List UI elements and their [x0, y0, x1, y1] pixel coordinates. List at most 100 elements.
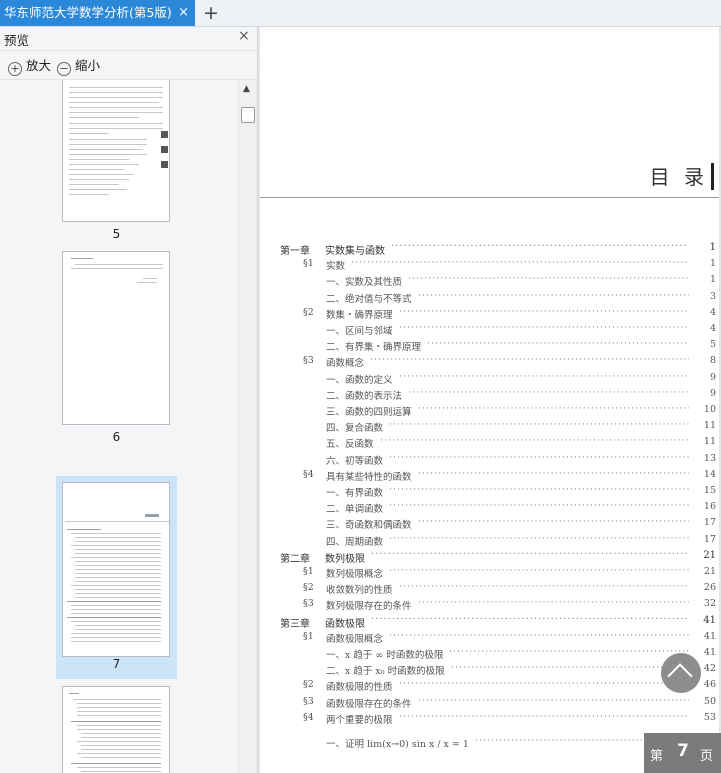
toc-leader-dots: ········································… [391, 241, 689, 252]
toc-entry[interactable]: 二、函数的表示法 ································… [260, 387, 719, 404]
toc-leader-dots: ········································… [418, 597, 689, 609]
toc-entry[interactable]: 六、初等函数 ··································… [260, 452, 719, 469]
toc-entry-title: 四、周期函数 [326, 536, 384, 548]
thumbnail-image [62, 686, 170, 773]
toc-entry-title: 两个重要的极限 [326, 714, 393, 726]
toc-entry[interactable]: §4 具有某些特性的函数 ·····························… [260, 467, 719, 485]
toc-entry[interactable]: 四、周期函数 ··································… [260, 532, 719, 550]
new-tab-button[interactable]: + [203, 2, 219, 24]
toc-entry[interactable]: 二、单调函数 ··································… [260, 500, 719, 517]
toc-entry[interactable]: 第三章 函数极限 ·································… [260, 614, 719, 631]
toc-entry[interactable]: 一、有界函数 ··································… [260, 484, 719, 501]
toc-entry[interactable]: 三、函数的四则运算 ·······························… [260, 403, 719, 420]
toc-entry[interactable]: §1 实数 ····································… [260, 257, 719, 274]
toc-entry-number: §3 [303, 695, 314, 707]
toc-entry-page: 5 [709, 339, 716, 351]
toc-entry-page: 16 [703, 501, 716, 513]
toc-entry-title: 一、区间与邻域 [326, 326, 393, 337]
toc-entry-number: §2 [303, 582, 314, 594]
thumbnail-list: 5 6 7 [0, 80, 237, 773]
thumbnail-page-7[interactable]: 7 [56, 476, 177, 679]
page-title: 目 录 [649, 165, 708, 189]
toc-entry[interactable]: §1 函数极限概念 ································… [260, 630, 719, 647]
toc-entry[interactable]: 四、复合函数 ··································… [260, 419, 719, 436]
toc-entry-title: 六、初等函数 [326, 455, 384, 467]
toc-entry-title: 收敛数列的性质 [326, 585, 393, 597]
toc-entry-page: 17 [703, 517, 716, 529]
toc-entry[interactable]: 一、区间与邻域 ·································… [260, 322, 719, 339]
toc-entry-page: 41 [703, 630, 716, 642]
toc-leader-dots: ········································… [389, 532, 689, 544]
toc-leader-dots: ········································… [389, 565, 689, 576]
toc-entry[interactable]: §1 数列极限概念 ································… [260, 565, 719, 582]
toc-entry[interactable]: §2 收敛数列的性质 ·······························… [260, 581, 719, 598]
toc-entry-title: 五、反函数 [326, 439, 374, 451]
toc-entry[interactable]: §2 数集・确界原理 ·······························… [260, 306, 719, 323]
toc-entry[interactable]: 三、奇函数和偶函数 ·······························… [260, 516, 719, 533]
toc-leader-dots: ········································… [399, 581, 689, 593]
toc-entry-number: 第二章 [280, 553, 310, 565]
zoom-in-button[interactable]: + 放大 [8, 55, 51, 76]
sidebar-title: 预览 [4, 33, 30, 48]
page-indicator-prefix: 第 [650, 749, 664, 764]
toc-entry-number: §2 [303, 679, 314, 691]
toc-entry-page: 4 [709, 306, 716, 318]
toc-entry-page: 1 [709, 274, 716, 286]
toc-entry-title: 一、函数的定义 [326, 374, 393, 386]
toc-entry[interactable]: 第二章 数列极限 ·································… [260, 549, 719, 566]
toc-leader-dots: ········································… [370, 354, 689, 366]
toc-entry[interactable]: 二、x 趋于 x₀ 时函数的极限 ························… [260, 662, 719, 679]
toc-entry-title: 函数极限 [325, 618, 365, 630]
thumbnail-page-number: 7 [112, 657, 121, 671]
toc-entry[interactable]: 二、绝对值与不等式 ·······························… [260, 290, 719, 307]
sidebar-header: 预览 × [0, 27, 257, 51]
toc-entry[interactable]: 第一章 实数集与函数 ·······························… [260, 241, 719, 258]
toc-entry-number: §4 [303, 711, 314, 723]
toc-entry[interactable]: §2 函数极限的性质 ·······························… [260, 678, 719, 695]
toc-entry-page: 1 [709, 258, 716, 270]
toc-entry[interactable]: §3 函数概念 ··································… [260, 354, 719, 371]
toc-leader-dots: ········································… [389, 500, 689, 512]
toc-entry[interactable]: §3 函数极限存在的条件 ·····························… [260, 694, 719, 712]
thumbnail-scrollbar[interactable]: ▲ [238, 80, 257, 773]
toc-entry-title: 一、实数及其性质 [326, 277, 403, 289]
toc-entry-title: 四、复合函数 [326, 423, 384, 435]
tab-document[interactable]: 华东师范大学数学分析(第5版) × [0, 0, 195, 26]
scroll-up-icon[interactable]: ▲ [243, 84, 250, 94]
toc-leader-dots: ········································… [418, 694, 689, 706]
toc-entry[interactable]: 一、实数及其性质 ································… [260, 273, 719, 290]
toc-entry-page: 53 [703, 711, 716, 723]
toc-entry[interactable]: 一、x 趋于 ∞ 时函数的极限 ·························… [260, 646, 719, 663]
toc-entry-page: 8 [709, 355, 716, 367]
toc-leader-dots: ········································… [418, 467, 689, 479]
toc-entry-title: 实数集与函数 [325, 246, 385, 257]
toc-entry-page: 9 [709, 371, 716, 383]
toc-entry-page: 9 [709, 387, 716, 399]
zoom-out-button[interactable]: − 缩小 [57, 55, 100, 76]
thumbnail-page-5[interactable]: 5 [56, 80, 177, 250]
thumbnail-page-number: 5 [112, 227, 121, 241]
document-viewer[interactable]: 目 录 第一章 实数集与函数 ···························… [258, 27, 721, 773]
toc-entry-title: 三、奇函数和偶函数 [326, 520, 412, 532]
toc-entry-page: 11 [703, 436, 716, 448]
toc-entry[interactable]: 二、有界集・确界原理 ······························… [260, 338, 719, 355]
toc-entry-page: 11 [703, 420, 716, 432]
toc-entry-title: 二、函数的表示法 [326, 390, 403, 402]
scrollbar-thumb[interactable] [241, 107, 255, 123]
zoom-out-label: 缩小 [75, 58, 101, 73]
sidebar-close-icon[interactable]: × [238, 28, 250, 44]
toc-entry-page: 14 [703, 468, 716, 480]
toc-entry-title: 实数 [326, 261, 346, 273]
toc-leader-dots: ········································… [427, 338, 689, 350]
toc-entry-title: 数列极限 [325, 553, 365, 565]
back-to-top-button[interactable] [661, 653, 701, 693]
thumbnail-page-8[interactable] [56, 681, 177, 773]
toc-entry-title: 二、有界集・确界原理 [326, 342, 422, 354]
toc-entry[interactable]: §4 两个重要的极限 ·······························… [260, 711, 719, 728]
thumbnail-page-6[interactable]: 6 [56, 248, 177, 446]
toc-entry[interactable]: 一、函数的定义 ·································… [260, 370, 719, 388]
toc-entry[interactable]: 五、反函数 ···································… [260, 435, 719, 452]
tab-close-icon[interactable]: × [178, 0, 189, 26]
toc-entry[interactable]: §3 数列极限存在的条件 ·····························… [260, 597, 719, 614]
toc-leader-dots: ········································… [399, 370, 689, 382]
